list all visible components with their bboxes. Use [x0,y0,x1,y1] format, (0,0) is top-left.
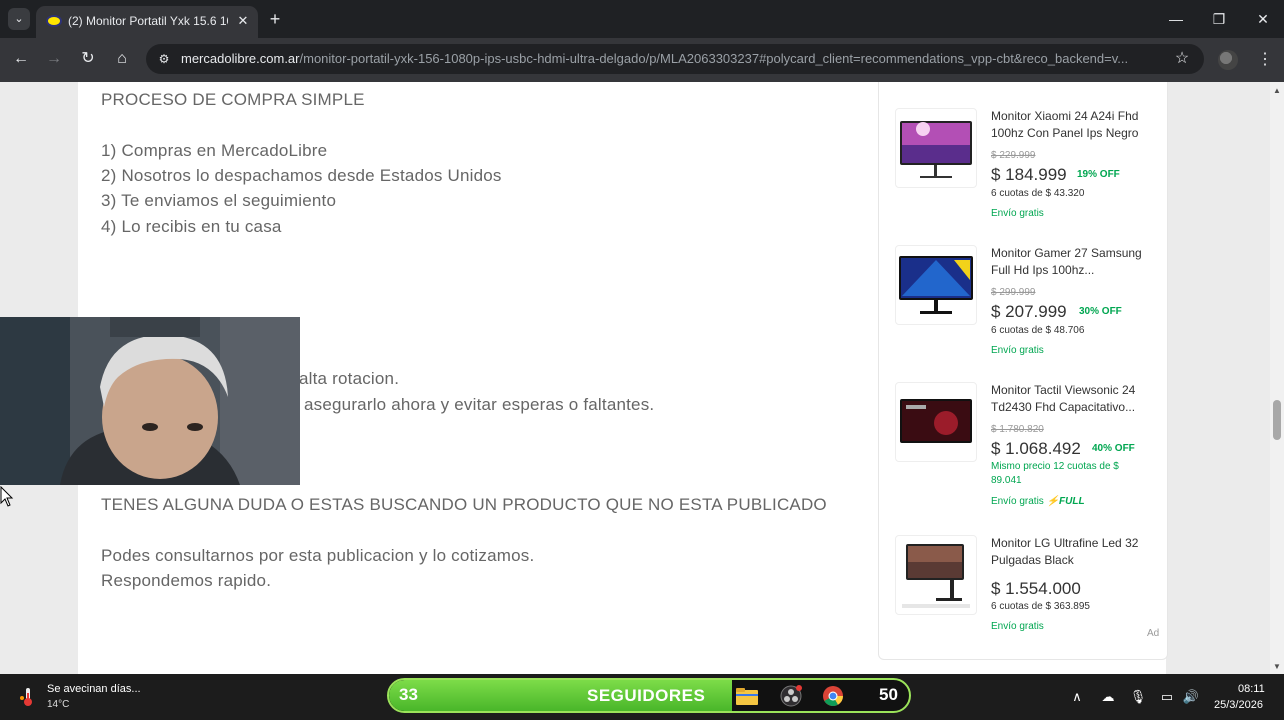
display-network-icon[interactable]: ▭ [1158,688,1176,706]
ad-price: $ 1.068.492 [991,439,1081,458]
browser-titlebar: ⌄ (2) Monitor Portatil Yxk 15.6 10 ✕ + —… [0,0,1284,38]
url-text[interactable]: mercadolibre.com.ar/monitor-portatil-yxk… [181,51,1161,66]
ad-product-card[interactable]: Monitor Gamer 27 Samsung Full Hd Ips 100… [879,245,1167,375]
product-thumbnail[interactable] [895,382,977,462]
new-tab-button[interactable]: + [264,8,286,30]
ad-discount-badge: 30% OFF [1079,306,1122,317]
description-text-partial: alta rotacion. [299,369,400,388]
browser-tab[interactable]: (2) Monitor Portatil Yxk 15.6 10 ✕ [36,6,258,38]
ad-free-shipping: Envío gratis [991,621,1044,632]
full-badge: ⚡FULL [1046,496,1085,507]
followers-label: SEGUIDORES [587,686,706,705]
product-thumbnail[interactable] [895,245,977,325]
purchase-process-heading: PROCESO DE COMPRA SIMPLE [101,90,365,109]
ad-free-shipping: Envío gratis [991,345,1044,356]
weather-summary[interactable]: Se avecinan días... [47,683,141,695]
scroll-up-icon[interactable]: ▲ [1270,84,1284,98]
ad-installments: Mismo precio 12 cuotas de $ 89.041 [991,461,1119,486]
ad-product-card[interactable]: Monitor Tactil Viewsonic 24 Td2430 Fhd C… [879,382,1167,512]
ad-old-price: $ 1.780.820 [991,424,1044,435]
onedrive-cloud-icon[interactable]: ☁ [1099,688,1117,706]
window-close-button[interactable]: ✕ [1248,4,1278,34]
ad-old-price: $ 299.999 [991,287,1036,298]
ad-label: Ad [1147,628,1160,639]
tab-close-icon[interactable]: ✕ [234,12,252,30]
purchase-step: 4) Lo recibis en tu casa [101,217,282,236]
weather-temperature: 14°C [47,699,70,710]
mouse-pointer-icon [0,486,14,507]
scroll-thumb[interactable] [1273,400,1281,440]
ad-installments: 6 cuotas de $ 43.320 [991,188,1085,199]
ad-discount-badge: 19% OFF [1077,169,1120,180]
ad-free-shipping: Envío gratis [991,208,1044,219]
ad-price: $ 207.999 [991,302,1067,321]
monitor-image-icon [899,256,973,314]
purchase-step: 3) Te enviamos el seguimiento [101,191,337,210]
forward-arrow-icon[interactable]: → [41,46,67,72]
monitor-image-icon [902,544,970,608]
ad-installments: 6 cuotas de $ 48.706 [991,325,1085,336]
ad-product-card[interactable]: Monitor LG Ultrafine Led 32 Pulgadas Bla… [879,535,1167,665]
ad-old-price: $ 229.999 [991,150,1036,161]
purchase-step: 1) Compras en MercadoLibre [101,141,328,160]
contact-text: Respondemos rapido. [101,571,272,590]
ad-product-title[interactable]: Monitor LG Ultrafine Led 32 Pulgadas Bla… [991,535,1161,569]
mercadolibre-favicon-icon [46,15,62,27]
followers-current-count: 33 [399,685,418,704]
address-bar[interactable]: ⚙ mercadolibre.com.ar/monitor-portatil-y… [146,44,1204,74]
minimize-button[interactable]: — [1161,4,1191,34]
description-text-partial: asegurarlo ahora y evitar esperas o falt… [304,395,655,414]
scroll-down-icon[interactable]: ▼ [1270,660,1284,674]
windows-taskbar: Se avecinan días... 14°C 33 SEGUIDORES 5… [0,674,1284,720]
purchase-step: 2) Nosotros lo despachamos desde Estados… [101,166,502,185]
ad-installments: 6 cuotas de $ 363.895 [991,601,1090,612]
obs-studio-icon[interactable] [779,685,803,707]
clock-date[interactable]: 25/3/2026 [1214,699,1263,711]
ad-product-title[interactable]: Monitor Gamer 27 Samsung Full Hd Ips 100… [991,245,1161,279]
ad-price: $ 184.999 [991,165,1067,184]
url-domain: mercadolibre.com.ar [181,51,300,66]
browser-toolbar: ← → ↻ ⌂ ⚙ mercadolibre.com.ar/monitor-po… [0,38,1284,82]
microphone-icon[interactable]: 🎙 [1129,688,1147,706]
sponsored-products-panel: Monitor Xiaomi 24 A24i Fhd 100hz Con Pan… [878,82,1168,660]
monitor-image-icon [900,399,972,443]
page-scrollbar[interactable]: ▲ ▼ [1270,82,1284,674]
maximize-button[interactable]: ❐ [1204,4,1234,34]
clock-time[interactable]: 08:11 [1238,683,1265,695]
profile-avatar-icon[interactable] [1218,50,1238,70]
home-icon[interactable]: ⌂ [109,46,135,72]
contact-text: Podes consultarnos por esta publicacion … [101,546,535,565]
product-thumbnail[interactable] [895,535,977,615]
webcam-person-image [0,317,300,485]
followers-goal-bar: 33 SEGUIDORES 50 [387,678,911,713]
show-hidden-icons-chevron-icon[interactable]: ∧ [1068,688,1086,706]
ad-free-shipping-label: Envío gratis [991,496,1044,507]
tab-title: (2) Monitor Portatil Yxk 15.6 10 [68,14,228,28]
webcam-overlay [0,317,300,485]
reload-icon[interactable]: ↻ [75,46,101,72]
volume-icon[interactable]: 🔊 [1182,688,1200,706]
thermometer-weather-icon[interactable] [18,686,38,708]
question-heading: TENES ALGUNA DUDA O ESTAS BUSCANDO UN PR… [101,495,827,514]
ad-price: $ 1.554.000 [991,579,1081,598]
bookmark-star-icon[interactable]: ☆ [1172,49,1192,69]
chrome-icon[interactable] [821,685,845,707]
ad-discount-badge: 40% OFF [1092,443,1135,454]
followers-goal-count: 50 [879,685,898,704]
product-thumbnail[interactable] [895,108,977,188]
ad-free-shipping: Envío gratis ⚡FULL [991,496,1085,507]
monitor-image-icon [900,121,972,178]
tab-list-button[interactable]: ⌄ [8,8,30,30]
browser-menu-icon[interactable]: ⋮ [1256,48,1274,72]
site-settings-icon[interactable]: ⚙ [156,51,172,67]
file-explorer-icon[interactable] [735,685,759,707]
ad-product-title[interactable]: Monitor Tactil Viewsonic 24 Td2430 Fhd C… [991,382,1161,416]
ad-product-title[interactable]: Monitor Xiaomi 24 A24i Fhd 100hz Con Pan… [991,108,1161,142]
ad-product-card[interactable]: Monitor Xiaomi 24 A24i Fhd 100hz Con Pan… [879,108,1167,238]
url-path: /monitor-portatil-yxk-156-1080p-ips-usbc… [299,51,1129,66]
back-arrow-icon[interactable]: ← [8,46,34,72]
